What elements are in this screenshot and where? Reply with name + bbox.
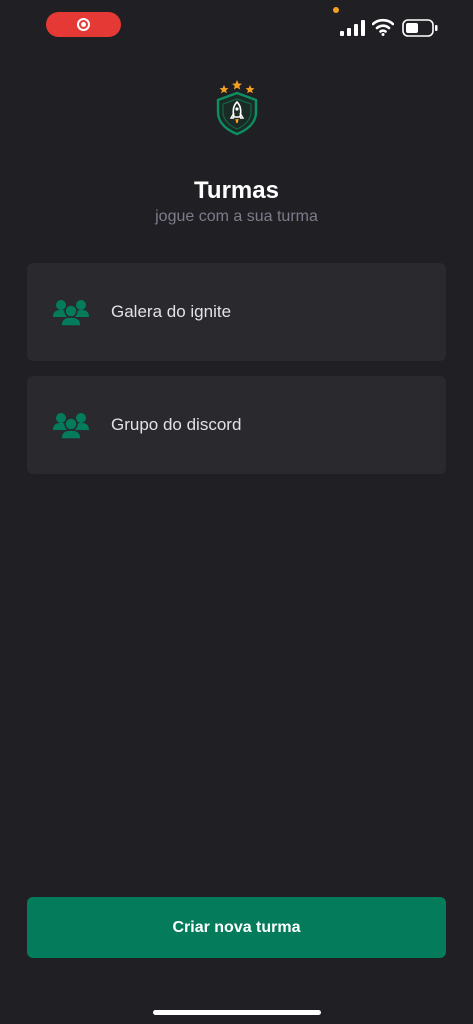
page-title: Turmas — [194, 177, 279, 204]
page-subtitle: jogue com a sua turma — [155, 208, 318, 225]
group-card-label: Grupo do discord — [111, 415, 242, 434]
shield-rocket-logo — [216, 80, 258, 136]
users-three-icon — [53, 413, 89, 440]
group-card-galera-do-ignite[interactable]: Galera do ignite — [27, 263, 446, 361]
record-icon — [77, 18, 90, 31]
create-group-button[interactable]: Criar nova turma — [27, 897, 446, 958]
group-card-grupo-do-discord[interactable]: Grupo do discord — [27, 376, 446, 474]
battery-icon — [402, 19, 438, 37]
status-bar — [0, 0, 473, 50]
cellular-signal-icon — [340, 20, 365, 36]
users-three-icon — [53, 300, 89, 327]
screen-record-indicator[interactable] — [46, 12, 121, 37]
privacy-indicator-dot — [333, 7, 339, 13]
group-card-label: Galera do ignite — [111, 302, 232, 321]
wifi-icon — [372, 18, 394, 36]
home-indicator[interactable] — [153, 1010, 321, 1015]
